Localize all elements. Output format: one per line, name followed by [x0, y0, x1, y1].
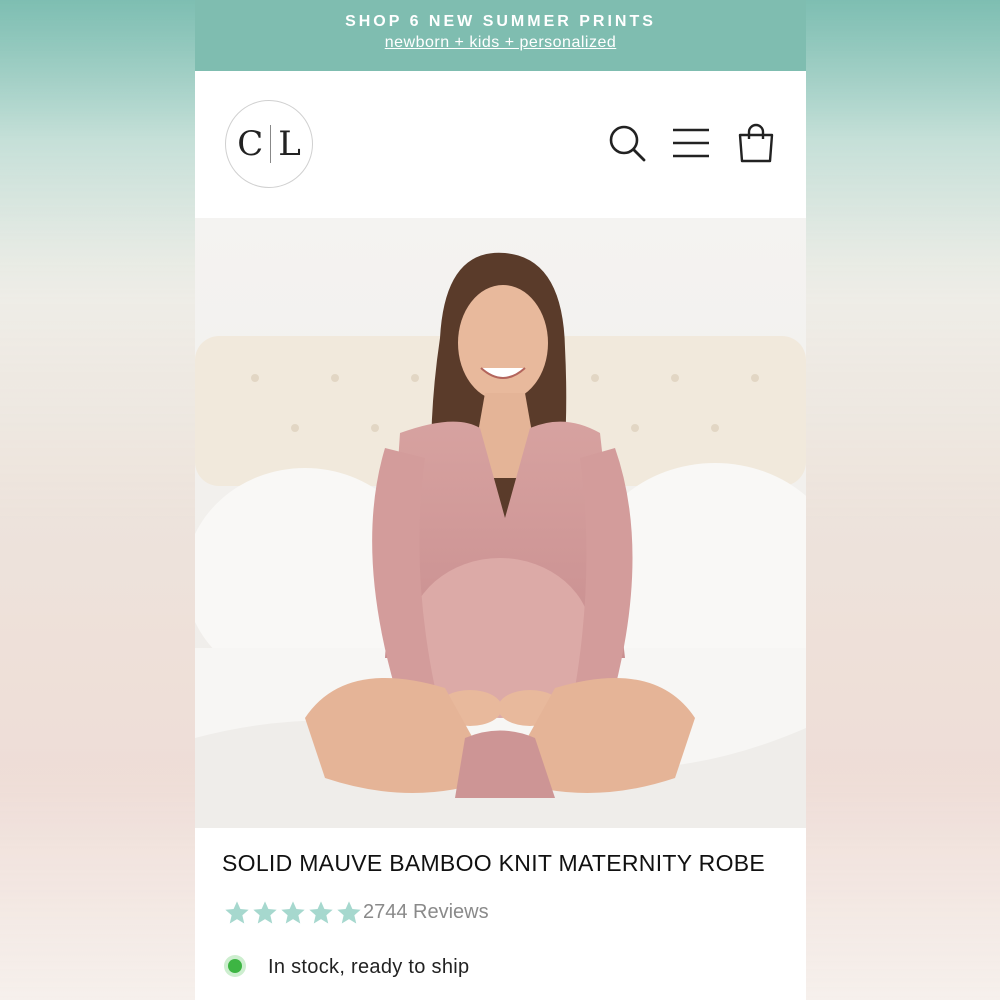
- site-header: C L: [195, 71, 806, 219]
- star-icon: [281, 901, 305, 924]
- promo-link[interactable]: newborn + kids + personalized: [385, 34, 617, 52]
- logo-letter-right: L: [278, 124, 301, 164]
- cart-icon[interactable]: [736, 123, 776, 163]
- rating-stars[interactable]: [223, 899, 363, 927]
- product-info: SOLID MAUVE BAMBOO KNIT MATERNITY ROBE 2…: [195, 828, 806, 1000]
- menu-icon[interactable]: [671, 123, 711, 163]
- star-icon: [337, 901, 361, 924]
- star-icon: [309, 901, 333, 924]
- search-icon[interactable]: [607, 123, 647, 163]
- star-icon: [225, 901, 249, 924]
- stock-status: In stock, ready to ship: [268, 956, 470, 978]
- reviews-link[interactable]: 2744 Reviews: [363, 901, 489, 924]
- promo-banner[interactable]: SHOP 6 NEW SUMMER PRINTS newborn + kids …: [195, 0, 806, 71]
- product-image[interactable]: [195, 218, 806, 828]
- background-blur-right: [805, 0, 1000, 1000]
- background-blur-left: [0, 0, 195, 1000]
- star-icon: [253, 901, 277, 924]
- product-title: SOLID MAUVE BAMBOO KNIT MATERNITY ROBE: [222, 850, 766, 876]
- logo-letter-left: C: [237, 124, 264, 164]
- logo[interactable]: C L: [225, 100, 313, 188]
- in-stock-indicator: [228, 959, 242, 973]
- product-photo: [195, 218, 806, 828]
- logo-divider: [270, 125, 272, 163]
- promo-title: SHOP 6 NEW SUMMER PRINTS: [345, 13, 656, 30]
- mobile-page: SHOP 6 NEW SUMMER PRINTS newborn + kids …: [195, 0, 806, 1000]
